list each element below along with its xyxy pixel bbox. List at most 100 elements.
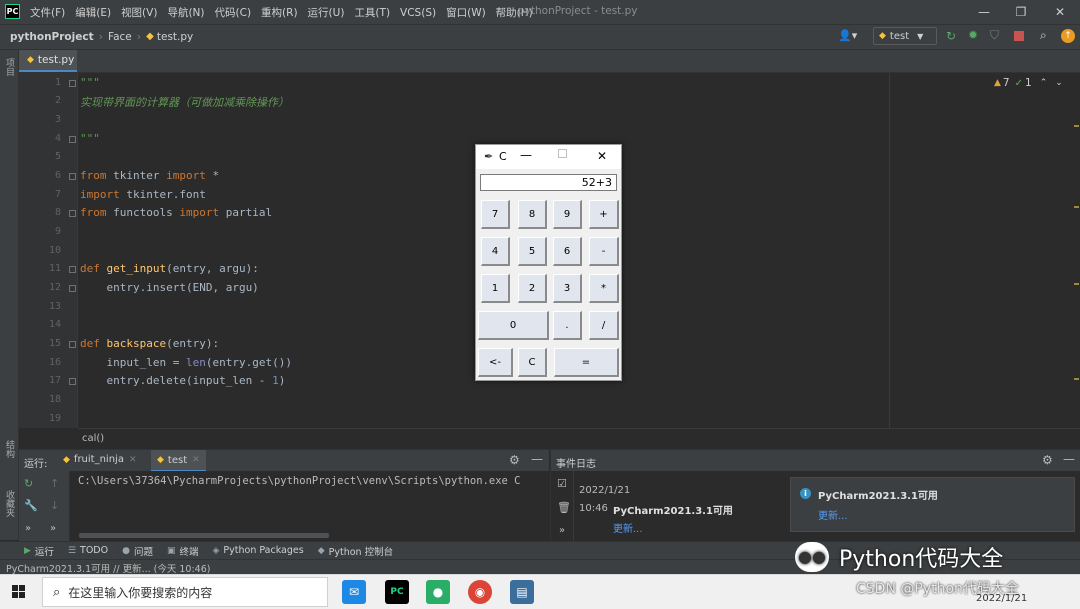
close-button[interactable]: ✕ [1042, 0, 1078, 24]
close-button[interactable]: ✕ [597, 149, 607, 163]
key-3[interactable]: 3 [553, 274, 582, 303]
fold-icon[interactable] [69, 378, 76, 385]
packages-icon: ◈ [212, 545, 220, 556]
run-output[interactable]: C:\Users\37364\PycharmProjects\pythonPro… [19, 471, 549, 541]
fold-icon[interactable] [69, 173, 76, 180]
rerun-icon[interactable]: ↻ [24, 477, 33, 490]
key-clear[interactable]: C [518, 348, 547, 377]
close-tab-icon[interactable]: ✕ [129, 455, 137, 465]
breadcrumb-file[interactable]: test.py [157, 31, 193, 43]
stop-icon[interactable] [1014, 31, 1024, 41]
arrow-down-icon[interactable]: ↓ [50, 499, 59, 512]
editor-scrollbar[interactable] [1072, 73, 1080, 428]
run-tab-fruit-ninja[interactable]: ◆ fruit_ninja ✕ [63, 454, 137, 465]
menu-code[interactable]: 代码(C) [215, 5, 252, 20]
menu-view[interactable]: 视图(V) [121, 5, 157, 20]
key-plus[interactable]: + [589, 200, 619, 229]
taskbar-search-box[interactable]: ⌕ 在这里输入你要搜索的内容 [42, 577, 328, 607]
key-minus[interactable]: - [589, 237, 619, 266]
fold-icon[interactable] [69, 210, 76, 217]
wechat-icon[interactable]: ● [426, 580, 450, 604]
menu-vcs[interactable]: VCS(S) [400, 7, 436, 19]
menu-edit[interactable]: 编辑(E) [75, 5, 111, 20]
key-dot[interactable]: . [553, 311, 582, 340]
settings-gear-icon[interactable]: ⚙ [509, 453, 520, 467]
close-tab-icon[interactable]: ✕ [192, 455, 200, 465]
more-icon[interactable]: » [25, 523, 31, 534]
hide-panel-icon[interactable]: — [1063, 452, 1075, 466]
wrench-icon[interactable]: 🔧 [24, 499, 38, 512]
chevron-up-icon[interactable]: ⌃ [1040, 78, 1048, 88]
debug-icon[interactable]: ✹ [968, 28, 978, 42]
key-2[interactable]: 2 [518, 274, 547, 303]
tool-tab-problems[interactable]: ● 问题 [122, 544, 153, 558]
structure-tool-tab[interactable]: 结构 [3, 440, 16, 458]
tool-tab-python-console[interactable]: ◆ Python 控制台 [318, 544, 393, 558]
inspection-widget[interactable]: ▲ 7 ✓ 1 ⌃ ⌄ [994, 77, 1063, 89]
tool-tab-run[interactable]: ▶ 运行 [24, 544, 54, 558]
fold-icon[interactable] [69, 285, 76, 292]
minimize-button[interactable]: — [966, 0, 1002, 24]
arrow-up-icon[interactable]: ↑ [50, 477, 59, 490]
menu-refactor[interactable]: 重构(R) [261, 5, 298, 20]
key-9[interactable]: 9 [553, 200, 582, 229]
run-config-select[interactable]: ◆ test ▼ [873, 27, 937, 45]
more-icon[interactable]: » [50, 523, 56, 534]
menu-window[interactable]: 窗口(W) [446, 5, 486, 20]
breadcrumb-folder[interactable]: Face [108, 31, 132, 43]
key-5[interactable]: 5 [518, 237, 547, 266]
mail-icon[interactable]: ✉ [342, 580, 366, 604]
tool-tab-todo[interactable]: ☰ TODO [68, 545, 108, 556]
key-0[interactable]: 0 [478, 311, 549, 340]
key-multiply[interactable]: * [589, 274, 619, 303]
menu-run[interactable]: 运行(U) [308, 5, 345, 20]
key-backspace[interactable]: <- [478, 348, 513, 377]
chrome-icon[interactable]: ◉ [468, 580, 492, 604]
search-icon[interactable]: ⌕ [1040, 28, 1047, 43]
update-notification[interactable]: i PyCharm2021.3.1可用 更新... [790, 477, 1075, 532]
hide-panel-icon[interactable]: — [531, 452, 543, 466]
user-icon[interactable]: 👤▾ [838, 29, 857, 42]
restore-button[interactable]: ❐ [1003, 0, 1039, 24]
chevron-down-icon[interactable]: ⌄ [1055, 78, 1063, 88]
tool-tab-terminal[interactable]: ▣ 终端 [167, 544, 199, 558]
key-equals[interactable]: = [554, 348, 619, 377]
fold-icon[interactable] [69, 136, 76, 143]
tool-tab-python-packages[interactable]: ◈ Python Packages [213, 545, 304, 556]
settings-gear-icon[interactable]: ⚙ [1042, 453, 1053, 467]
fold-icon[interactable] [69, 266, 76, 273]
event-update-link[interactable]: 更新... [613, 520, 643, 535]
rerun-icon[interactable]: ↻ [946, 29, 956, 43]
trash-icon[interactable]: 🗑 [557, 501, 571, 514]
favorites-tool-tab[interactable]: 收藏夹 [3, 490, 16, 517]
key-divide[interactable]: / [589, 311, 619, 340]
key-4[interactable]: 4 [481, 237, 510, 266]
menu-file[interactable]: 文件(F) [30, 5, 65, 20]
editor-tab-test-py[interactable]: ◆ test.py [19, 50, 77, 72]
horizontal-scrollbar[interactable] [79, 533, 329, 538]
menu-navigate[interactable]: 导航(N) [167, 5, 204, 20]
breadcrumb-project[interactable]: pythonProject [10, 31, 94, 43]
pycharm-taskbar-icon[interactable]: PC [385, 580, 409, 604]
project-tool-tab[interactable]: 项目 [3, 58, 16, 76]
python-idle-icon[interactable]: ▤ [510, 580, 534, 604]
key-7[interactable]: 7 [481, 200, 510, 229]
more-icon[interactable]: » [559, 525, 565, 536]
update-icon[interactable]: ↑ [1061, 29, 1075, 43]
code-breadcrumb[interactable]: cal() [78, 428, 1080, 448]
run-tab-test[interactable]: ◆ test ✕ [151, 450, 206, 472]
fold-icon[interactable] [69, 80, 76, 87]
fold-icon[interactable] [69, 341, 76, 348]
key-6[interactable]: 6 [553, 237, 582, 266]
coverage-icon[interactable]: ⛉ [990, 28, 999, 43]
menu-tools[interactable]: 工具(T) [354, 5, 390, 20]
key-8[interactable]: 8 [518, 200, 547, 229]
notification-update-link[interactable]: 更新... [818, 507, 848, 522]
windows-start-icon[interactable] [12, 585, 26, 599]
calculator-display[interactable]: 52+3 [480, 174, 617, 191]
checkbox-icon[interactable]: ☑ [557, 477, 567, 490]
minimize-button[interactable]: — [520, 148, 532, 162]
watermark-sub: CSDN @Python代码大全 [856, 581, 1019, 597]
status-message[interactable]: PyCharm2021.3.1可用 // 更新... (今天 10:46) [6, 561, 210, 575]
key-1[interactable]: 1 [481, 274, 510, 303]
